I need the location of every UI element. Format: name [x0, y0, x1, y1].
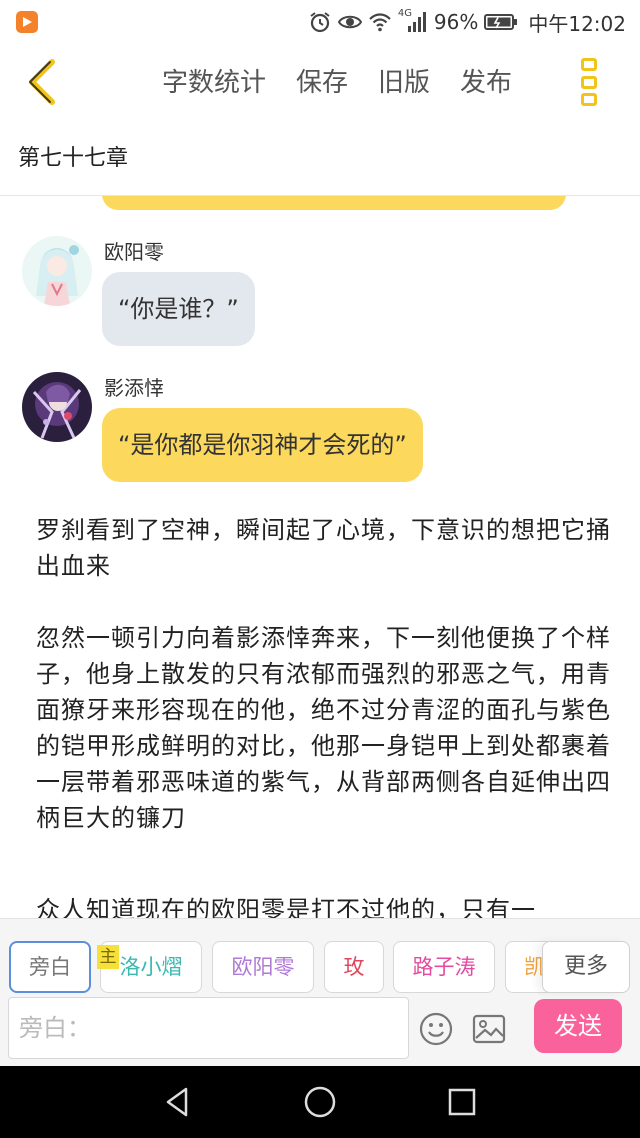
- avatar: [22, 236, 92, 306]
- alarm-icon: [308, 10, 332, 34]
- emoji-button[interactable]: [419, 1012, 453, 1046]
- story-content[interactable]: 欧阳零 “你是谁？” 影添悻 “是你都是你羽神才会死的” 罗刹看到了空神，瞬间起…: [0, 196, 640, 918]
- battery-icon: [484, 10, 518, 34]
- nav-back-button[interactable]: [160, 1084, 196, 1120]
- chapter-title[interactable]: 第七十七章: [18, 140, 128, 172]
- nav-recents-button[interactable]: [444, 1084, 480, 1120]
- nav-home-button[interactable]: [302, 1084, 338, 1120]
- publish-button[interactable]: 发布: [460, 62, 512, 99]
- editor-toolbar: 字数统计 保存 旧版 发布: [0, 44, 640, 120]
- message-bubble-partial: [102, 196, 566, 210]
- triangle-back-icon: [166, 1087, 188, 1117]
- message-bubble[interactable]: “你是谁？”: [102, 272, 255, 346]
- signal-icon: 4G: [397, 8, 428, 34]
- square-recents-icon: [448, 1088, 476, 1116]
- host-badge: 主: [97, 945, 119, 969]
- narration-paragraph[interactable]: 罗刹看到了空神，瞬间起了心境，下意识的想把它捅出血来: [36, 512, 612, 584]
- video-app-icon: [16, 11, 38, 33]
- character-chip-narrator[interactable]: 旁白: [9, 941, 91, 993]
- character-chip[interactable]: 玫: [324, 941, 384, 993]
- message-bubble[interactable]: “是你都是你羽神才会死的”: [102, 408, 423, 482]
- wifi-icon: [368, 10, 392, 34]
- character-chip[interactable]: 路子涛: [393, 941, 495, 993]
- eye-icon: [337, 10, 363, 34]
- back-button[interactable]: [22, 56, 64, 108]
- narration-paragraph[interactable]: 众人知道现在的欧阳零是打不过他的，只有一: [36, 892, 612, 918]
- image-button[interactable]: [472, 1012, 506, 1046]
- character-chip[interactable]: 欧阳零: [212, 941, 314, 993]
- chevron-left-icon: [29, 59, 55, 105]
- system-nav-bar: [0, 1066, 640, 1138]
- narration-paragraph[interactable]: 忽然一顿引力向着影添悻奔来，下一刻他便换了个样子，他身上散发的只有浓郁而强烈的邪…: [36, 620, 612, 836]
- old-version-button[interactable]: 旧版: [378, 62, 430, 99]
- message-author: 欧阳零: [104, 240, 164, 264]
- input-panel: 旁白 洛小熠 欧阳零 玫 路子涛 凯 主 更多 旁白： 发送: [0, 918, 640, 1066]
- smiley-icon: [419, 1012, 453, 1046]
- more-dot-icon: [581, 93, 597, 106]
- status-bar: 4G 96% 中午12:02: [0, 0, 640, 44]
- more-menu-button[interactable]: [578, 56, 600, 108]
- battery-percent: 96%: [433, 10, 479, 34]
- save-button[interactable]: 保存: [296, 62, 348, 99]
- network-type: 4G: [397, 8, 413, 19]
- more-characters-button[interactable]: 更多: [542, 941, 630, 993]
- image-icon: [472, 1014, 506, 1044]
- message-author: 影添悻: [104, 376, 164, 400]
- more-dot-icon: [581, 58, 597, 71]
- send-button[interactable]: 发送: [534, 999, 622, 1053]
- avatar: [22, 372, 92, 442]
- more-dot-icon: [581, 75, 597, 89]
- word-count-button[interactable]: 字数统计: [162, 62, 266, 99]
- clock: 中午12:02: [528, 11, 626, 36]
- message-input[interactable]: 旁白：: [8, 997, 409, 1059]
- circle-home-icon: [304, 1086, 336, 1118]
